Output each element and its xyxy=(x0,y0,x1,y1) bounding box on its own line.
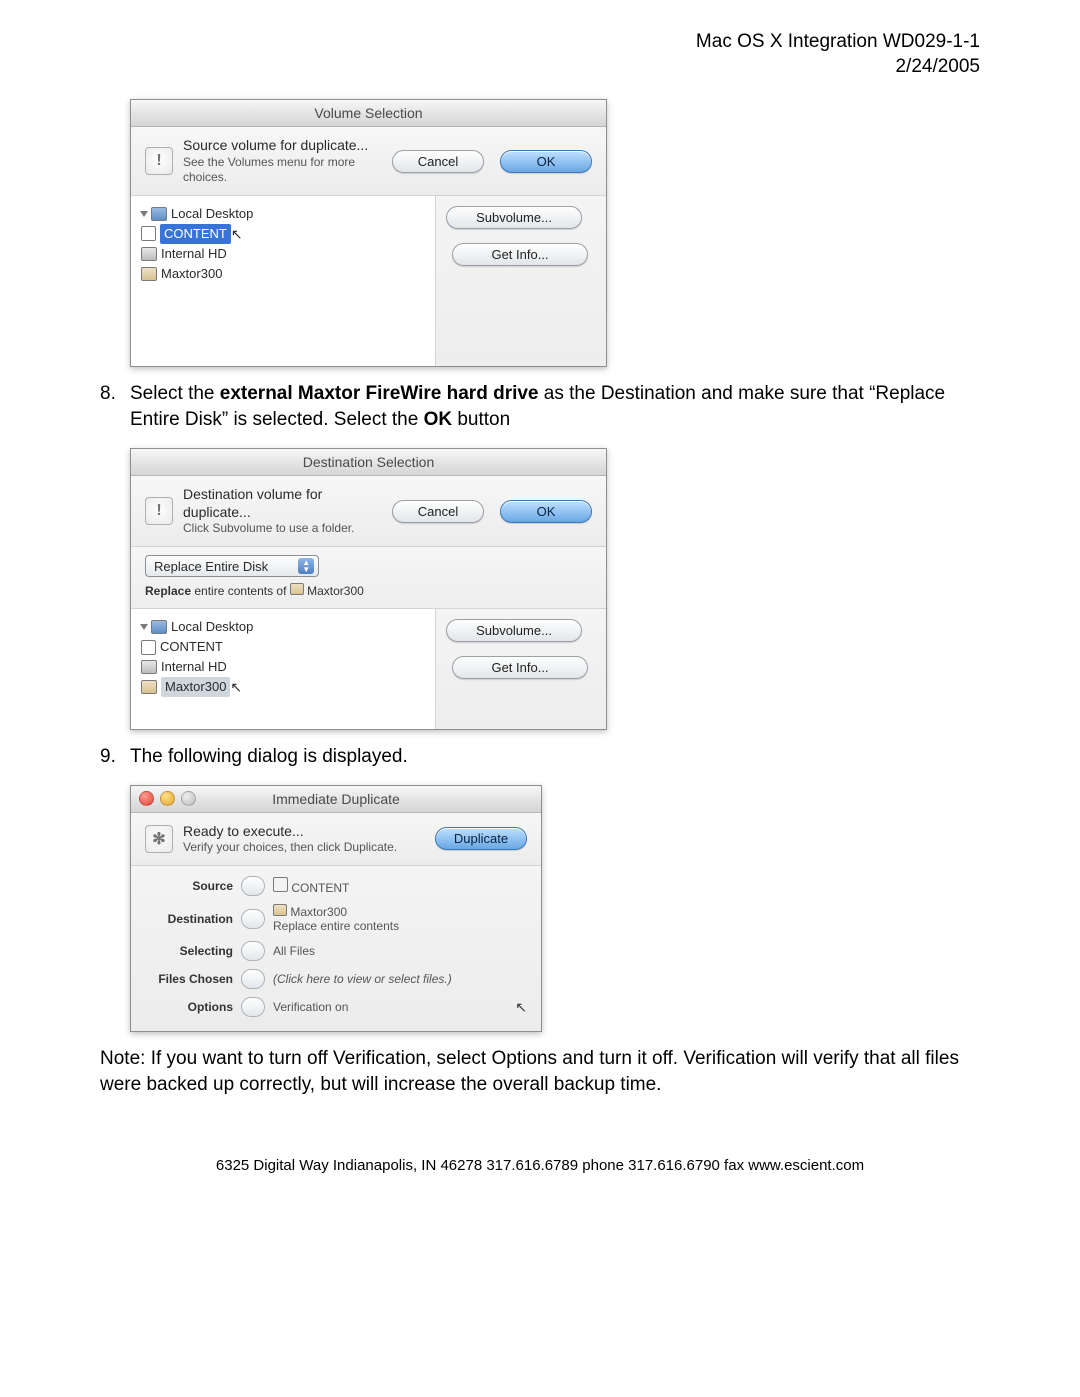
source-button[interactable] xyxy=(241,876,265,896)
doc-date: 2/24/2005 xyxy=(100,55,980,80)
destination-selection-dialog: Destination Selection ! Destination volu… xyxy=(130,448,607,730)
dialog-message: Source volume for duplicate... See the V… xyxy=(183,137,382,185)
dialog-titlebar: Volume Selection xyxy=(131,100,606,127)
step-9: 9. The following dialog is displayed. xyxy=(100,744,980,771)
tree-item-content[interactable]: CONTENT xyxy=(160,637,223,657)
disclosure-icon[interactable] xyxy=(140,211,148,217)
hd-icon xyxy=(141,247,157,261)
files-chosen-label: Files Chosen xyxy=(145,972,233,986)
zoom-icon[interactable] xyxy=(181,791,196,806)
replace-summary: Replace entire contents of Maxtor300 xyxy=(145,583,592,598)
options-button[interactable] xyxy=(241,997,265,1017)
step-8: 8. Select the external Maxtor FireWire h… xyxy=(100,381,980,434)
volume-tree[interactable]: Local Desktop CONTENT Internal HD Maxtor… xyxy=(131,609,436,729)
immediate-duplicate-dialog: Immediate Duplicate ✻ Ready to execute..… xyxy=(130,785,542,1033)
cancel-button[interactable]: Cancel xyxy=(392,150,484,173)
note-text: Note: If you want to turn off Verificati… xyxy=(100,1046,980,1097)
disclosure-icon[interactable] xyxy=(140,624,148,630)
duplicate-button[interactable]: Duplicate xyxy=(435,827,527,850)
firewire-icon xyxy=(273,877,288,892)
getinfo-button[interactable]: Get Info... xyxy=(452,243,588,266)
ok-button[interactable]: OK xyxy=(500,500,592,523)
ok-button[interactable]: OK xyxy=(500,150,592,173)
computer-icon xyxy=(151,207,167,221)
selecting-button[interactable] xyxy=(241,941,265,961)
dialog-title: Volume Selection xyxy=(314,105,422,121)
dialog-message: Ready to execute... Verify your choices,… xyxy=(183,823,425,856)
subvolume-button[interactable]: Subvolume... xyxy=(446,619,582,642)
dialog-titlebar: Immediate Duplicate xyxy=(131,786,541,813)
dialog-titlebar: Destination Selection xyxy=(131,449,606,476)
cancel-button[interactable]: Cancel xyxy=(392,500,484,523)
destination-label: Destination xyxy=(145,912,233,926)
alert-icon: ! xyxy=(145,147,173,175)
tree-item-maxtor[interactable]: Maxtor300 xyxy=(161,677,230,697)
subvolume-button[interactable]: Subvolume... xyxy=(446,206,582,229)
cursor-icon: ↖ xyxy=(231,224,243,244)
hd-icon xyxy=(141,660,157,674)
volume-icon xyxy=(141,267,157,281)
page-footer: 6325 Digital Way Indianapolis, IN 46278 … xyxy=(100,1157,980,1174)
close-icon[interactable] xyxy=(139,791,154,806)
volume-icon xyxy=(141,680,157,694)
cursor-icon: ↖ xyxy=(230,677,242,697)
destination-button[interactable] xyxy=(241,909,265,929)
getinfo-button[interactable]: Get Info... xyxy=(452,656,588,679)
tree-item-maxtor[interactable]: Maxtor300 xyxy=(161,264,222,284)
doc-title: Mac OS X Integration WD029-1-1 xyxy=(100,30,980,55)
dialog-title: Destination Selection xyxy=(303,454,435,470)
computer-icon xyxy=(151,620,167,634)
volume-tree[interactable]: Local Desktop CONTENT↖ Internal HD Maxto… xyxy=(131,196,436,366)
replace-mode-popup[interactable]: Replace Entire Disk ▲▼ xyxy=(145,555,319,577)
volume-icon xyxy=(290,583,304,595)
dialog-message: Destination volume for duplicate... Clic… xyxy=(183,486,382,536)
minimize-icon[interactable] xyxy=(160,791,175,806)
options-label: Options xyxy=(145,1000,233,1014)
selecting-label: Selecting xyxy=(145,944,233,958)
firewire-icon xyxy=(141,640,156,655)
firewire-icon xyxy=(141,226,156,241)
dialog-title: Immediate Duplicate xyxy=(272,791,400,807)
retrospect-icon: ✻ xyxy=(145,825,173,853)
popup-arrows-icon: ▲▼ xyxy=(298,558,314,574)
source-label: Source xyxy=(145,879,233,893)
alert-icon: ! xyxy=(145,497,173,525)
volume-selection-dialog: Volume Selection ! Source volume for dup… xyxy=(130,99,607,367)
tree-item-internal[interactable]: Internal HD xyxy=(161,244,227,264)
tree-item-content[interactable]: CONTENT xyxy=(160,224,231,244)
doc-header: Mac OS X Integration WD029-1-1 2/24/2005 xyxy=(100,30,980,79)
volume-icon xyxy=(273,904,287,916)
cursor-icon: ↖ xyxy=(515,999,527,1016)
files-chosen-button[interactable] xyxy=(241,969,265,989)
tree-item-internal[interactable]: Internal HD xyxy=(161,657,227,677)
